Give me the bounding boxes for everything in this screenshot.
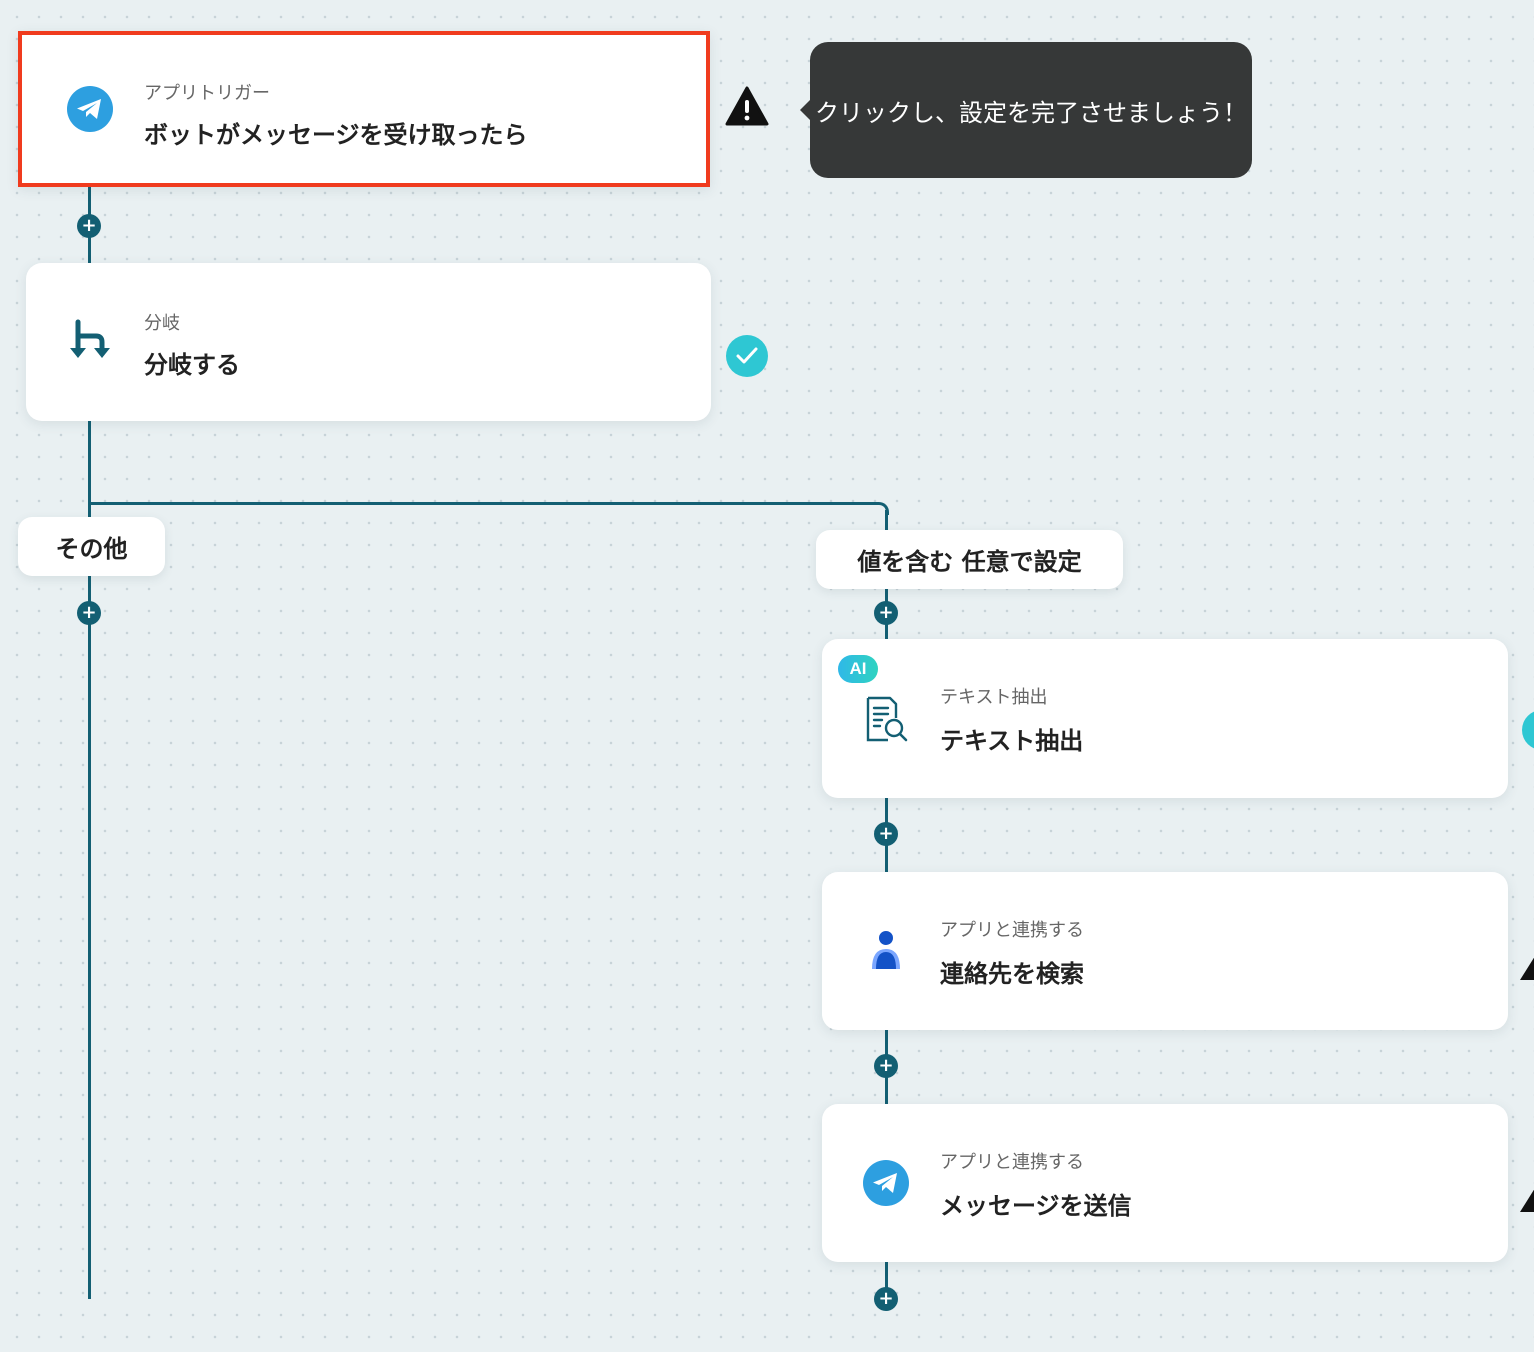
add-step-button[interactable]: + <box>77 601 101 625</box>
branch-label-other[interactable]: その他 <box>18 517 165 576</box>
branch-title: 分岐する <box>144 351 240 379</box>
branch-card[interactable]: 分岐 分岐する <box>26 263 711 421</box>
text-extract-category: テキスト抽出 <box>940 687 1048 708</box>
check-icon <box>725 334 769 382</box>
warning-icon <box>1520 948 1534 980</box>
trigger-title: ボットがメッセージを受け取ったら <box>144 121 528 149</box>
contact-search-title: 連絡先を検索 <box>940 960 1084 988</box>
branch-icon <box>66 318 114 366</box>
check-icon <box>1522 710 1534 750</box>
telegram-icon <box>862 1159 910 1207</box>
add-step-button[interactable]: + <box>874 1287 898 1311</box>
text-extract-title: テキスト抽出 <box>940 727 1084 755</box>
send-message-category: アプリと連携する <box>940 1152 1084 1173</box>
telegram-icon <box>66 85 114 133</box>
branch-horizontal-line <box>88 502 878 505</box>
tooltip-text: クリックし、設定を完了させましょう！ <box>815 98 1247 127</box>
trigger-category: アプリトリガー <box>144 83 270 104</box>
warning-icon <box>1520 1180 1534 1212</box>
document-search-icon <box>862 695 910 743</box>
text-extract-card[interactable]: AI テキスト抽出 テキスト抽出 <box>822 639 1508 798</box>
add-step-button[interactable]: + <box>77 214 101 238</box>
add-step-button[interactable]: + <box>874 1054 898 1078</box>
branch-label-condition[interactable]: 値を含む 任意で設定 <box>816 530 1123 589</box>
warning-icon <box>725 86 769 130</box>
send-message-title: メッセージを送信 <box>940 1192 1132 1220</box>
person-icon <box>862 927 910 975</box>
contact-search-card[interactable]: アプリと連携する 連絡先を検索 <box>822 872 1508 1030</box>
branch-label-other-text: その他 <box>55 535 128 563</box>
contact-search-category: アプリと連携する <box>940 920 1084 941</box>
send-message-card[interactable]: アプリと連携する メッセージを送信 <box>822 1104 1508 1262</box>
trigger-card[interactable]: アプリトリガー ボットがメッセージを受け取ったら <box>18 31 710 187</box>
add-step-button[interactable]: + <box>874 822 898 846</box>
setup-tooltip: クリックし、設定を完了させましょう！ <box>800 42 1252 178</box>
branch-label-condition-text: 値を含む 任意で設定 <box>857 548 1082 576</box>
add-step-button[interactable]: + <box>874 601 898 625</box>
ai-badge: AI <box>838 655 878 683</box>
branch-category: 分岐 <box>144 313 180 334</box>
connector-line <box>885 510 888 532</box>
